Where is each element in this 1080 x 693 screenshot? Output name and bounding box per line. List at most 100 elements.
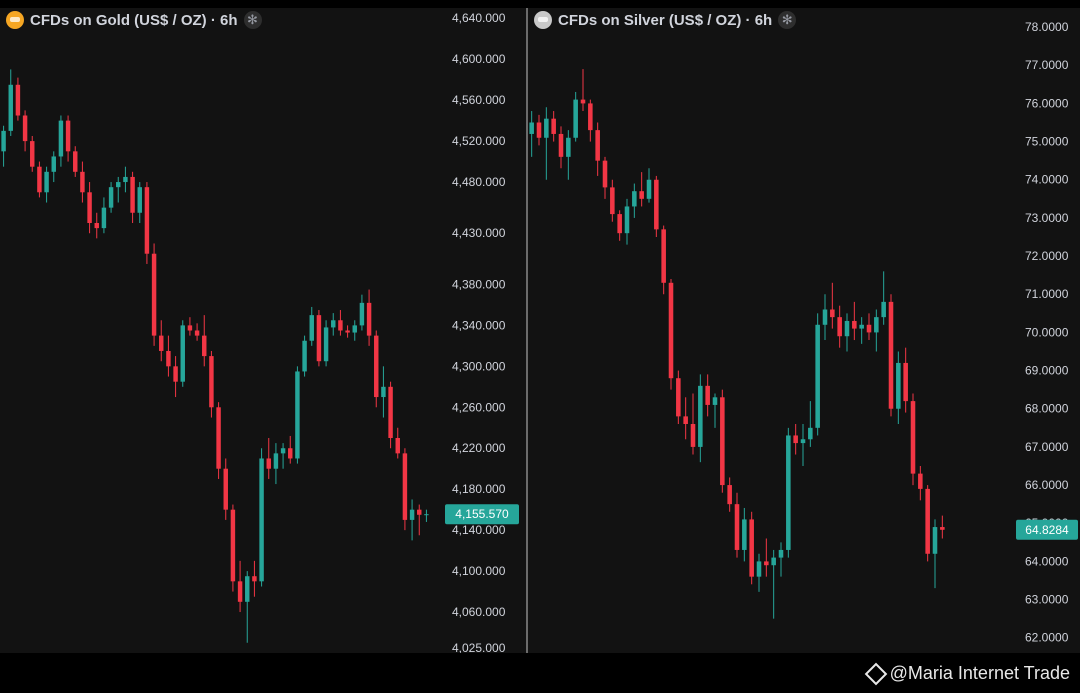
gold-candle-body bbox=[352, 325, 357, 333]
gold-candle-body bbox=[144, 187, 150, 254]
gold-candle bbox=[180, 320, 185, 387]
gold-candle bbox=[381, 366, 386, 418]
silver-candle-body bbox=[683, 416, 688, 425]
gold-candle-body bbox=[173, 366, 178, 382]
silver-y-tick-label: 73.0000 bbox=[1025, 211, 1069, 225]
silver-candle bbox=[610, 179, 615, 222]
silver-y-tick-label: 64.0000 bbox=[1025, 554, 1069, 568]
gold-candle bbox=[94, 212, 99, 239]
gold-candle-body bbox=[58, 120, 64, 157]
gold-candle-body bbox=[108, 187, 114, 208]
silver-candle-body bbox=[661, 229, 666, 283]
gold-candlestick-chart[interactable]: 4,025.000 4,060.000 4,100.000 4,140.000 4,18… bbox=[0, 8, 526, 653]
gold-candle-body bbox=[194, 330, 200, 336]
silver-candle bbox=[910, 393, 916, 486]
gold-candle bbox=[395, 427, 400, 459]
gold-candle bbox=[194, 323, 200, 341]
silver-candle bbox=[617, 210, 622, 241]
gold-candle-body bbox=[123, 176, 128, 183]
silver-candle-body bbox=[595, 130, 600, 161]
silver-candle-body bbox=[764, 561, 769, 566]
gold-candle bbox=[166, 335, 171, 377]
silver-candle bbox=[896, 351, 901, 425]
silver-candle bbox=[786, 427, 791, 558]
silver-candle-body bbox=[580, 99, 586, 104]
gold-candle-body bbox=[417, 509, 422, 515]
gold-candle bbox=[87, 182, 92, 234]
silver-candle-body bbox=[837, 317, 842, 337]
silver-candle-body bbox=[544, 118, 549, 138]
gold-candle-body bbox=[316, 315, 322, 362]
silver-candle bbox=[720, 389, 725, 493]
silver-candle bbox=[654, 175, 659, 237]
gold-coin-icon bbox=[6, 11, 24, 29]
gold-candle-body bbox=[15, 84, 21, 116]
gold-y-tick-label: 4,100.000 bbox=[452, 564, 506, 578]
snowflake-icon[interactable]: ✻ bbox=[778, 11, 797, 29]
silver-y-tick-label: 72.0000 bbox=[1025, 249, 1069, 263]
silver-candle-body bbox=[778, 549, 784, 558]
gold-chart-title[interactable]: CFDs on Gold (US$ / OZ) · 6h bbox=[30, 12, 238, 29]
gold-candle-body bbox=[374, 335, 379, 398]
gold-candle-body bbox=[30, 141, 35, 167]
silver-candle-body bbox=[624, 206, 630, 234]
gold-candle-body bbox=[388, 386, 393, 438]
gold-candle-body bbox=[8, 84, 13, 131]
gold-y-tick-label: 4,480.000 bbox=[452, 175, 506, 189]
gold-candle bbox=[1, 125, 6, 167]
silver-y-tick-label: 75.0000 bbox=[1025, 135, 1069, 149]
gold-y-tick-label: 4,600.000 bbox=[452, 52, 506, 66]
silver-candle bbox=[932, 519, 938, 589]
silver-y-tick-label: 76.0000 bbox=[1025, 96, 1069, 110]
silver-candle-body bbox=[639, 191, 644, 199]
gold-candle bbox=[359, 294, 365, 331]
gold-candle bbox=[266, 438, 271, 479]
gold-chart-panel[interactable]: 4,025.000 4,060.000 4,100.000 4,140.000 4,18… bbox=[0, 8, 526, 653]
gold-candle-body bbox=[237, 581, 243, 602]
silver-candle-body bbox=[646, 179, 652, 199]
silver-candle bbox=[925, 485, 930, 562]
silver-candle-body bbox=[815, 324, 820, 428]
silver-candle-body bbox=[676, 378, 681, 417]
silver-candle bbox=[558, 126, 564, 169]
gold-candle bbox=[374, 330, 379, 408]
silver-candle bbox=[566, 130, 571, 180]
gold-candle bbox=[187, 317, 193, 336]
gold-candle bbox=[402, 448, 408, 531]
silver-candle-body bbox=[874, 317, 879, 333]
silver-candle-body bbox=[698, 385, 703, 447]
gold-candle bbox=[58, 115, 64, 167]
gold-candle bbox=[309, 306, 314, 346]
gold-candle bbox=[22, 110, 28, 152]
silver-chart-header: CFDs on Silver (US$ / OZ) · 6h ✻ bbox=[534, 11, 797, 29]
gold-y-tick-label: 4,640.000 bbox=[452, 11, 506, 25]
silver-candle bbox=[595, 122, 600, 176]
gold-candle-body bbox=[209, 356, 214, 408]
silver-candle bbox=[734, 492, 740, 558]
silver-candle bbox=[874, 309, 879, 352]
silver-chart-title[interactable]: CFDs on Silver (US$ / OZ) · 6h bbox=[558, 12, 772, 29]
silver-candle bbox=[551, 111, 556, 142]
silver-candle-body bbox=[756, 561, 762, 577]
gold-candle bbox=[273, 443, 279, 485]
silver-candle-body bbox=[830, 309, 835, 318]
silver-candle-body bbox=[793, 435, 798, 444]
silver-candle bbox=[624, 198, 630, 245]
gold-candle bbox=[159, 320, 164, 362]
snowflake-icon[interactable]: ✻ bbox=[243, 11, 262, 29]
gold-candle-body bbox=[381, 386, 386, 398]
silver-candle bbox=[661, 225, 666, 295]
silver-candle bbox=[683, 397, 688, 440]
silver-chart-panel[interactable]: 62.000063.000064.000065.000066.000067.00… bbox=[528, 8, 1080, 653]
gold-y-tick-label: 4,300.000 bbox=[452, 359, 506, 373]
silver-candlestick-chart[interactable]: 62.000063.000064.000065.000066.000067.00… bbox=[528, 8, 1080, 653]
gold-candle bbox=[137, 182, 142, 223]
gold-candle bbox=[202, 315, 207, 367]
silver-candle bbox=[727, 477, 732, 512]
silver-candle-body bbox=[573, 99, 578, 138]
gold-candle bbox=[51, 151, 56, 183]
gold-candle bbox=[316, 310, 322, 367]
gold-candle-body bbox=[402, 453, 408, 520]
gold-candle-body bbox=[180, 325, 185, 382]
silver-candle-body bbox=[925, 488, 930, 554]
